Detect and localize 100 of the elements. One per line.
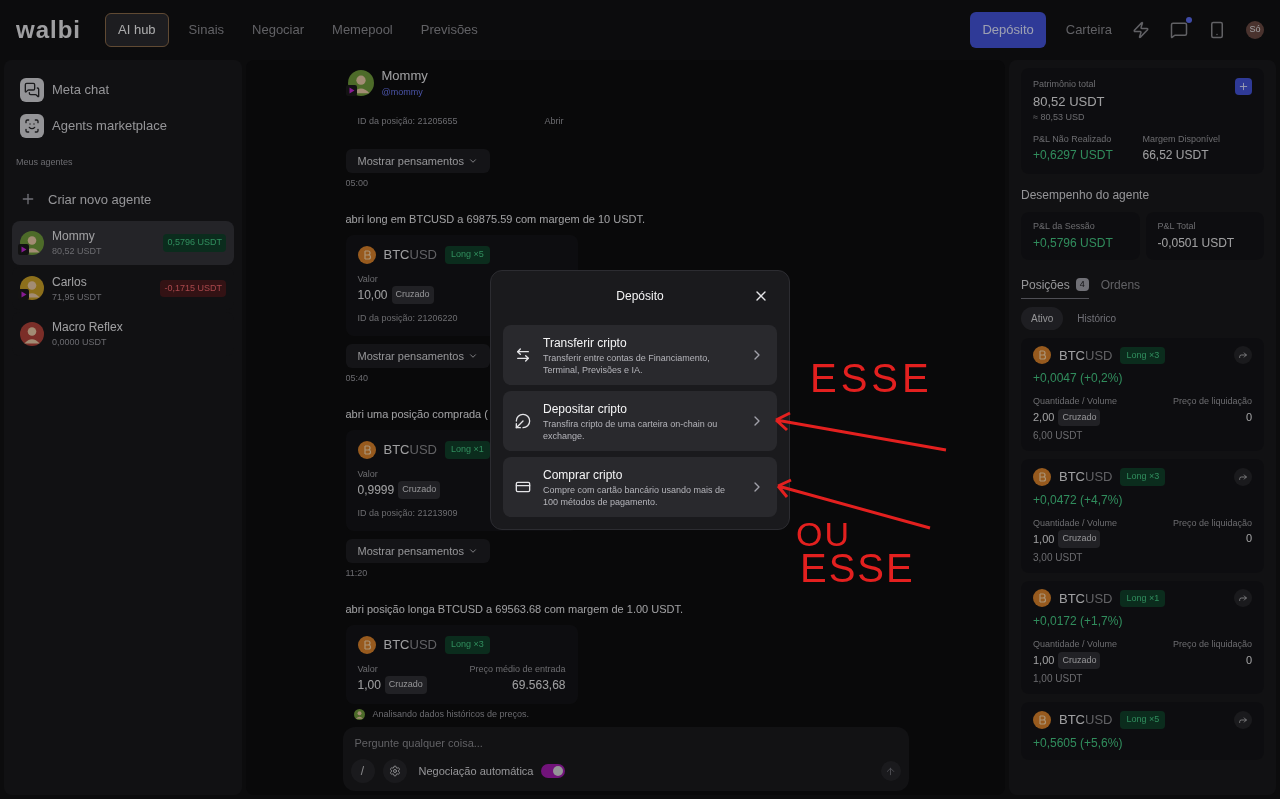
volume-value: 6,00 USDT xyxy=(1033,429,1084,443)
pair-base: BTC xyxy=(383,441,410,459)
pair-base: BTC xyxy=(383,246,410,264)
bitcoin-icon xyxy=(1033,710,1051,729)
nav-tab[interactable]: Memepool xyxy=(324,14,401,46)
message-time: 05:00 xyxy=(345,177,369,190)
bitcoin-icon xyxy=(357,635,376,654)
avatar xyxy=(353,709,365,721)
stat-value: -0,0501 USDT xyxy=(1157,234,1236,252)
share-button[interactable] xyxy=(1234,467,1252,486)
create-agent-button[interactable]: Criar novo agente xyxy=(12,181,234,217)
pair-quote: USD xyxy=(1085,346,1113,365)
show-thoughts-button[interactable]: Mostrar pensamentos xyxy=(345,343,490,368)
pair-base: BTC xyxy=(383,636,410,654)
leverage-tag: Long ×5 xyxy=(1120,711,1166,729)
play-icon xyxy=(18,243,29,255)
agent-message: abri posição longa BTCUSD a 69563.68 com margem de 1.00 USDT. xyxy=(345,601,683,617)
unrealized-pnl: +0,6297 USDT xyxy=(1033,147,1114,164)
agent-balance: 71,95 USDT xyxy=(52,290,102,304)
margin-mode-tag: Cruzado xyxy=(391,286,434,304)
margin-mode-tag: Cruzado xyxy=(1058,408,1101,426)
bitcoin-icon xyxy=(357,440,376,459)
stat-label: P&L Total xyxy=(1157,220,1197,233)
deposit-option[interactable]: Depositar cripto Transfira cripto de uma carteira on-chain ou exchange. xyxy=(503,390,777,451)
volume-value: 1,00 USDT xyxy=(1033,672,1084,686)
deposit-option[interactable]: Comprar cripto Compre com cartão bancário usando mais de 100 métodos de pagamento. xyxy=(503,456,777,517)
send-button[interactable] xyxy=(880,761,901,781)
share-icon xyxy=(1238,714,1248,725)
settings-button[interactable] xyxy=(382,759,407,783)
agent-item[interactable]: Mommy 80,52 USDT 0,5796 USDT xyxy=(12,221,234,265)
annotation-text: ESSE xyxy=(800,548,915,588)
liquidation-label: Preço de liquidação xyxy=(1172,638,1252,651)
liquidation-label: Preço de liquidação xyxy=(1172,395,1252,408)
margin-mode-tag: Cruzado xyxy=(1058,651,1101,669)
positions-tab[interactable]: Posições 4 xyxy=(1021,275,1089,299)
show-thoughts-button[interactable]: Mostrar pensamentos xyxy=(345,148,490,173)
arrow-up-icon xyxy=(885,765,896,777)
liquidation-price: 0 xyxy=(1245,531,1252,546)
entry-price: 69.563,68 xyxy=(512,677,566,694)
deposit-button[interactable]: Depósito xyxy=(970,12,1046,48)
liquidation-price: 0 xyxy=(1245,409,1252,425)
dialog-title: Depósito xyxy=(616,287,664,305)
stat-label: P&L da Sessão xyxy=(1033,220,1096,233)
share-button[interactable] xyxy=(1234,346,1252,365)
quantity-label: Quantidade / Volume xyxy=(1033,395,1118,408)
agent-name: Carlos xyxy=(52,273,88,291)
command-button[interactable]: / xyxy=(350,759,375,783)
share-icon xyxy=(1238,350,1248,361)
margin-mode-tag: Cruzado xyxy=(384,676,427,694)
show-thoughts-button[interactable]: Mostrar pensamentos xyxy=(345,538,490,563)
share-icon xyxy=(1238,471,1248,482)
agent-message: abri uma posição comprada ( xyxy=(345,406,488,422)
pair-quote: USD xyxy=(1085,711,1113,729)
value-amount: 0,9999 xyxy=(357,482,395,499)
share-button[interactable] xyxy=(1234,710,1252,729)
value-label: Valor xyxy=(357,467,379,481)
message-time: 05:40 xyxy=(345,372,369,385)
nav-tab[interactable]: Sinais xyxy=(180,14,233,46)
open-link[interactable]: Abrir xyxy=(544,115,564,129)
phone-icon[interactable] xyxy=(1208,21,1226,39)
filter-tab[interactable]: Ativo xyxy=(1021,306,1064,330)
margin-value: 66,52 USDT xyxy=(1142,147,1210,164)
position-pnl: +0,0172 (+1,7%) xyxy=(1033,613,1124,630)
option-title: Comprar cripto xyxy=(543,466,624,484)
auto-trading-toggle[interactable] xyxy=(541,764,566,778)
entry-price-label: Preço médio de entrada xyxy=(469,662,566,676)
sidebar-link[interactable]: Meta chat xyxy=(12,72,234,108)
nav-tab[interactable]: AI hub xyxy=(105,13,169,47)
filter-tab[interactable]: Histórico xyxy=(1067,306,1127,330)
position-id: ID da posição: 21206220 xyxy=(357,312,458,325)
agent-name: Mommy xyxy=(52,228,96,245)
pair-quote: USD xyxy=(409,441,437,459)
deposit-option[interactable]: Transferir cripto Transferir entre contas de Financiamento, Terminal, Previsões e IA. xyxy=(503,324,777,385)
sidebar-link[interactable]: Agents marketplace xyxy=(12,108,234,144)
lightning-icon[interactable] xyxy=(1132,21,1150,39)
pair-base: BTC xyxy=(1059,346,1085,365)
add-funds-button[interactable] xyxy=(1235,78,1252,95)
stat-value: +0,5796 USDT xyxy=(1033,234,1114,252)
bitcoin-icon xyxy=(1033,467,1051,486)
message-input[interactable]: Pergunte qualquer coisa... xyxy=(350,734,901,751)
share-button[interactable] xyxy=(1234,589,1252,608)
user-avatar[interactable]: Só xyxy=(1246,21,1264,39)
status-text: Analisando dados históricos de preços. xyxy=(372,708,530,721)
pair-quote: USD xyxy=(1085,468,1113,486)
nav-tab[interactable]: Negociar xyxy=(244,14,313,46)
annotation-text: ESSE xyxy=(810,358,933,398)
agent-balance: 0,0000 USDT xyxy=(52,336,108,349)
liquidation-price: 0 xyxy=(1245,652,1252,668)
quantity-value: 1,00 xyxy=(1033,653,1055,668)
bitcoin-icon xyxy=(1033,589,1051,608)
logo[interactable]: walbi xyxy=(16,12,81,48)
chat-icon[interactable] xyxy=(1170,21,1188,39)
margin-mode-tag: Cruzado xyxy=(398,481,441,499)
pair-quote: USD xyxy=(409,246,437,264)
equity-value: 80,52 USDT xyxy=(1033,92,1105,111)
agent-pnl: -0,1715 USDT xyxy=(160,279,226,297)
wallet-link[interactable]: Carteira xyxy=(1065,20,1112,40)
agent-pnl: 0,5796 USDT xyxy=(163,234,226,252)
position-pnl: +0,0472 (+4,7%) xyxy=(1033,491,1124,509)
equity-label: Patrimônio total xyxy=(1033,78,1096,91)
